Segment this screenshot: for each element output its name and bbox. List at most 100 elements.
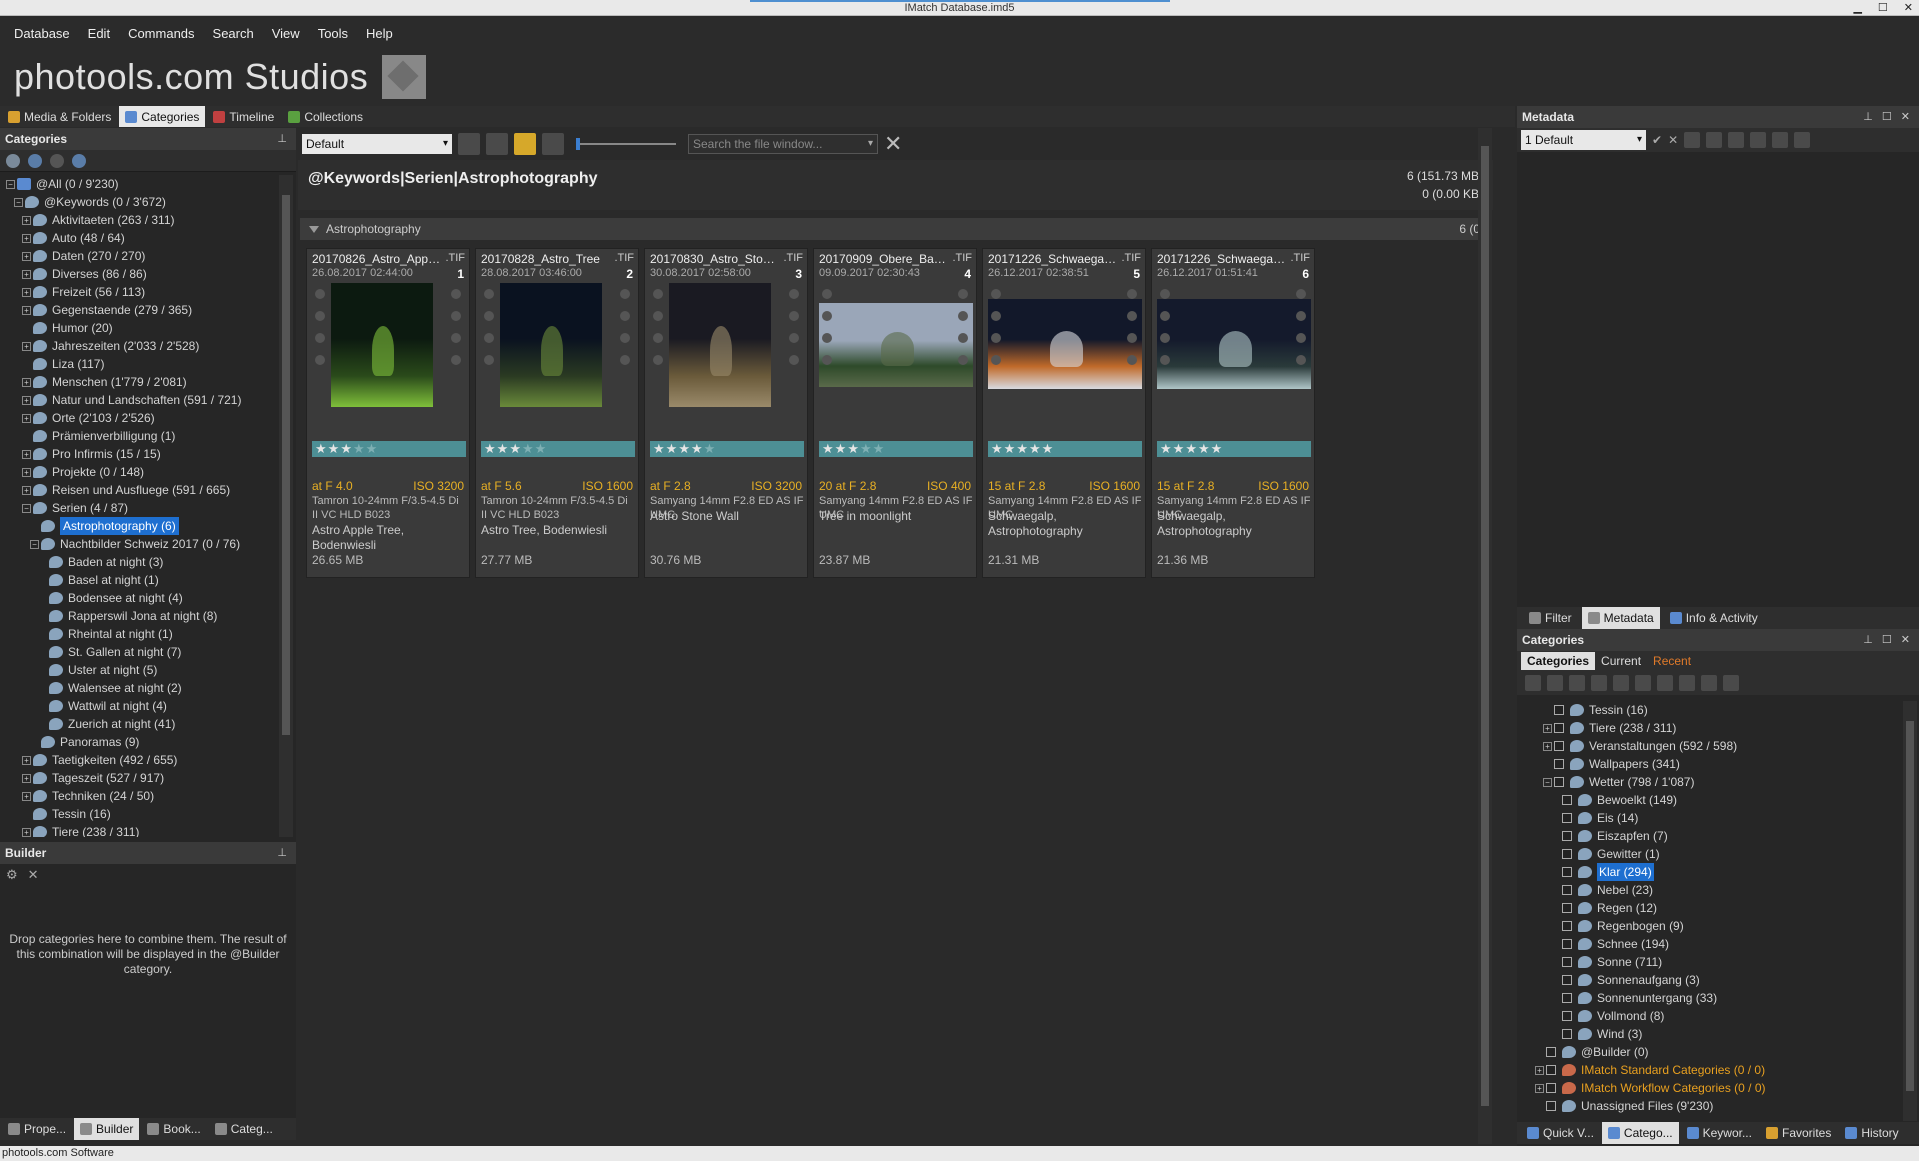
collapse-icon[interactable]: − <box>1543 777 1552 787</box>
tree-item[interactable]: + Jahreszeiten (2'033 / 2'528) <box>0 337 278 355</box>
tree-item[interactable]: + Techniken (24 / 50) <box>0 787 278 805</box>
file-card[interactable]: 20170828_Astro_Tree .TIF 28.08.2017 03:46:… <box>475 248 639 578</box>
expand-icon[interactable]: + <box>22 341 31 351</box>
file-thumbnail[interactable] <box>669 283 771 407</box>
tree-item[interactable]: + Menschen (1'779 / 2'081) <box>0 373 278 391</box>
expand-icon[interactable]: + <box>22 413 31 423</box>
category-checkbox[interactable] <box>1562 957 1572 967</box>
star-icon[interactable]: ★ <box>1042 441 1055 456</box>
tree-item[interactable]: Uster at night (5) <box>0 661 278 679</box>
menu-item-help[interactable]: Help <box>366 26 393 41</box>
minimize-icon[interactable]: ▁ <box>1853 0 1861 16</box>
category-subtab-current[interactable]: Current <box>1595 652 1647 670</box>
category-item[interactable]: Bewoelkt (149) <box>1517 791 1903 809</box>
tree-item[interactable]: + Gegenstaende (279 / 365) <box>0 301 278 319</box>
expand-icon[interactable]: + <box>22 251 31 261</box>
category-item[interactable]: Nebel (23) <box>1517 881 1903 899</box>
category-subtab-categories[interactable]: Categories <box>1521 652 1596 670</box>
refresh-icon[interactable] <box>72 153 86 168</box>
cancel-icon[interactable]: ✕ <box>1668 133 1678 147</box>
category-checkbox[interactable] <box>1546 1101 1556 1111</box>
category-item[interactable]: Eis (14) <box>1517 809 1903 827</box>
tree-item[interactable]: Tessin (16) <box>0 805 278 823</box>
file-card[interactable]: 20170909_Obere_Baech... .TIF 09.09.2017 02… <box>813 248 977 578</box>
expand-icon[interactable]: + <box>22 773 31 783</box>
category-item[interactable]: − Wetter (798 / 1'087) <box>1517 773 1903 791</box>
layout-select[interactable]: Default <box>302 134 452 154</box>
tree-item[interactable]: + Pro Infirmis (15 / 15) <box>0 445 278 463</box>
category-checkbox[interactable] <box>1554 723 1564 733</box>
expand-icon[interactable]: + <box>1543 723 1552 733</box>
favorite-icon[interactable] <box>1701 675 1717 691</box>
tree-item[interactable]: + Aktivitaeten (263 / 311) <box>0 211 278 229</box>
new-category-icon[interactable] <box>1547 675 1563 691</box>
star-icon[interactable]: ★ <box>497 441 510 456</box>
category-item[interactable]: Unassigned Files (9'230) <box>1517 1097 1903 1115</box>
collapse-icon[interactable]: − <box>6 179 15 189</box>
metadata-settings-icon[interactable] <box>1684 132 1701 148</box>
star-icon[interactable]: ★ <box>691 441 704 456</box>
left-tab-0[interactable]: Prope... <box>2 1118 72 1140</box>
category-item[interactable]: Eiszapfen (7) <box>1517 827 1903 845</box>
tree-item[interactable]: Zuerich at night (41) <box>0 715 278 733</box>
settings-icon[interactable] <box>6 153 20 168</box>
tree-item[interactable]: + Natur und Landschaften (591 / 721) <box>0 391 278 409</box>
category-item[interactable]: Sonnenuntergang (33) <box>1517 989 1903 1007</box>
expand-icon[interactable]: + <box>1535 1065 1544 1075</box>
file-rating[interactable]: ★★★★★ <box>481 441 635 457</box>
category-checkbox[interactable] <box>1562 939 1572 949</box>
expand-icon[interactable]: + <box>22 377 31 387</box>
file-thumbnail[interactable] <box>819 303 973 387</box>
category-item[interactable]: Klar (294) <box>1517 863 1903 881</box>
file-rating[interactable]: ★★★★★ <box>1157 441 1311 457</box>
file-card[interactable]: 20170830_Astro_Stone_... .TIF 30.08.2017 0… <box>644 248 808 578</box>
tree-item[interactable]: Panoramas (9) <box>0 733 278 751</box>
tree-item[interactable]: + Daten (270 / 270) <box>0 247 278 265</box>
tree-item[interactable]: − @Keywords (0 / 3'672) <box>0 193 278 211</box>
tree-item[interactable]: Rheintal at night (1) <box>0 625 278 643</box>
category-checkbox[interactable] <box>1562 885 1572 895</box>
right-tab-0[interactable]: Quick V... <box>1521 1122 1600 1144</box>
category-checkbox[interactable] <box>1562 795 1572 805</box>
clear-filter-icon[interactable]: ✕ <box>884 133 902 155</box>
options-icon[interactable] <box>1723 675 1739 691</box>
move-icon[interactable] <box>1635 675 1651 691</box>
expand-icon[interactable]: + <box>22 269 31 279</box>
tree-item[interactable]: + Orte (2'103 / 2'526) <box>0 409 278 427</box>
tree-item[interactable]: − Serien (4 / 87) <box>0 499 278 517</box>
tree-item[interactable]: − @All (0 / 9'230) <box>0 175 278 193</box>
category-checkbox[interactable] <box>1562 849 1572 859</box>
tree-item[interactable]: + Reisen und Ausfluege (591 / 665) <box>0 481 278 499</box>
metadata-layout-select[interactable]: 1 Default <box>1521 130 1646 150</box>
file-window-scrollbar[interactable] <box>1478 128 1492 1144</box>
tree-item[interactable]: + Auto (48 / 64) <box>0 229 278 247</box>
star-icon[interactable]: ★ <box>991 441 1004 456</box>
tab-collections[interactable]: Collections <box>282 106 369 127</box>
tree-item[interactable]: Basel at night (1) <box>0 571 278 589</box>
star-icon[interactable]: ★ <box>353 441 366 456</box>
star-icon[interactable]: ★ <box>835 441 848 456</box>
category-checkbox[interactable] <box>1554 777 1564 787</box>
category-item[interactable]: Gewitter (1) <box>1517 845 1903 863</box>
scrollbar-thumb[interactable] <box>282 195 290 735</box>
star-icon[interactable]: ★ <box>678 441 691 456</box>
file-thumbnail[interactable] <box>1157 299 1311 389</box>
file-rating[interactable]: ★★★★★ <box>819 441 973 457</box>
tree-item[interactable]: + Freizeit (56 / 113) <box>0 283 278 301</box>
info-icon[interactable] <box>1794 132 1811 148</box>
pin-icon[interactable]: ⊥ <box>277 842 290 864</box>
star-icon[interactable]: ★ <box>1211 441 1224 456</box>
file-rating[interactable]: ★★★★★ <box>312 441 466 457</box>
category-checkbox[interactable] <box>1562 867 1572 877</box>
expand-icon[interactable]: + <box>22 233 31 243</box>
pin-icon[interactable]: ⊥ <box>277 128 290 150</box>
category-item[interactable]: Sonne (711) <box>1517 953 1903 971</box>
category-item[interactable]: + Veranstaltungen (592 / 598) <box>1517 737 1903 755</box>
category-item[interactable]: Regen (12) <box>1517 899 1903 917</box>
file-card[interactable]: 20170826_Astro_Apple_... .TIF 26.08.2017 0… <box>306 248 470 578</box>
category-item[interactable]: Vollmond (8) <box>1517 1007 1903 1025</box>
category-checkbox[interactable] <box>1562 813 1572 823</box>
collapse-icon[interactable]: − <box>22 503 31 513</box>
meta-tab-2[interactable]: Info & Activity <box>1664 607 1764 629</box>
right-tab-1[interactable]: Catego... <box>1601 1122 1679 1144</box>
